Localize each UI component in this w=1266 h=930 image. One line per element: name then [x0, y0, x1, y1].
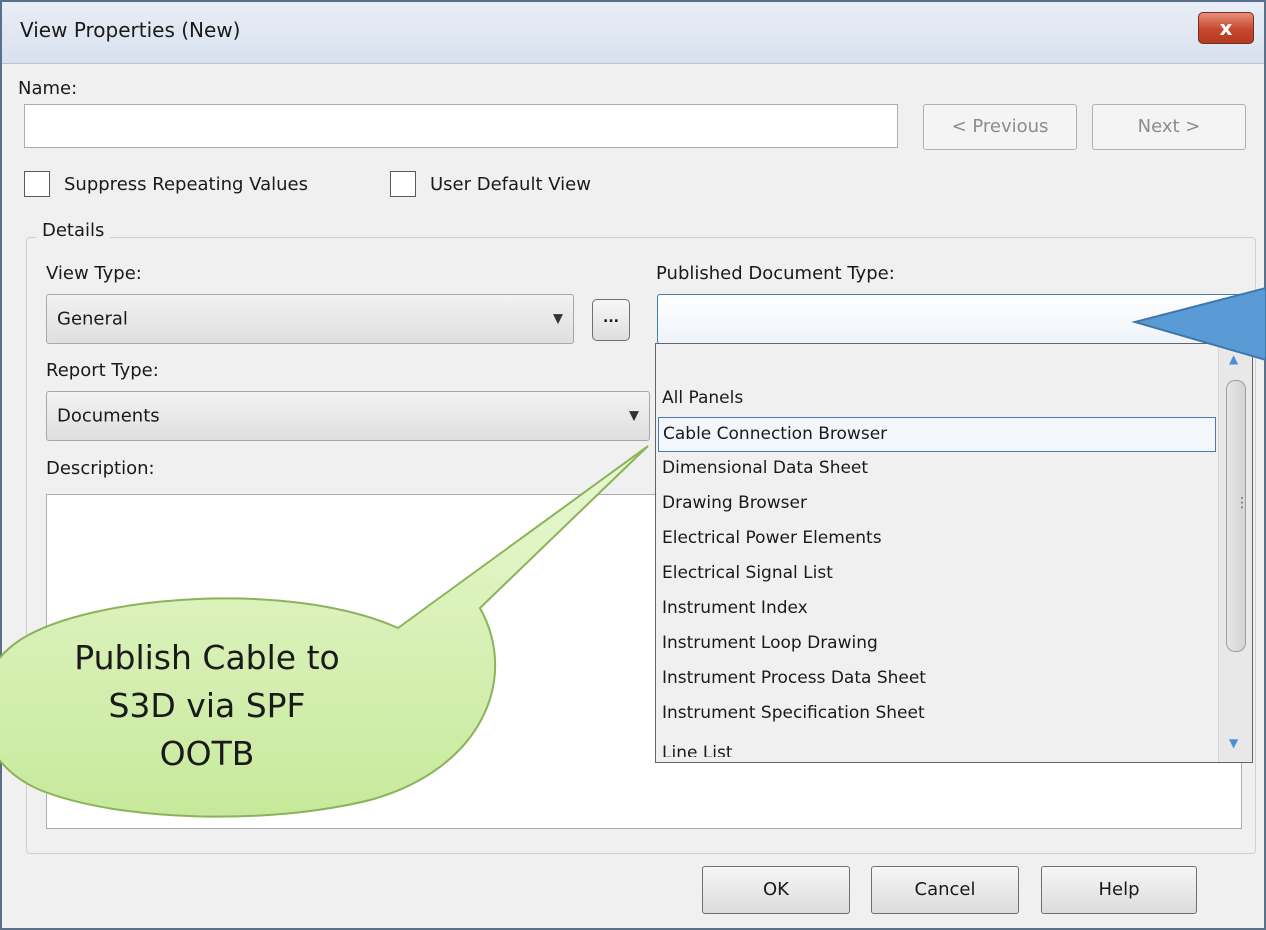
view-type-label: View Type: [46, 263, 142, 284]
grip-icon: ⋮ [1235, 495, 1249, 511]
list-item[interactable]: Instrument Process Data Sheet [658, 662, 1216, 697]
chevron-down-icon: ▼ [1234, 311, 1244, 327]
published-document-type-label: Published Document Type: [656, 263, 895, 284]
list-scrollbar[interactable]: ▲ ⋮ ▼ [1218, 344, 1252, 762]
close-button[interactable]: x [1198, 12, 1254, 44]
scroll-thumb[interactable]: ⋮ [1226, 380, 1249, 652]
view-type-value: General [57, 308, 128, 330]
chevron-down-icon: ▼ [553, 311, 563, 327]
user-default-view-label: User Default View [430, 174, 591, 195]
cancel-button[interactable]: Cancel [871, 866, 1019, 914]
name-label: Name: [18, 78, 78, 99]
previous-button[interactable]: < Previous [923, 104, 1077, 150]
next-button[interactable]: Next > [1092, 104, 1246, 150]
list-item[interactable]: All Panels [658, 382, 1216, 417]
list-item[interactable]: Electrical Signal List [658, 557, 1216, 592]
list-item[interactable]: Dimensional Data Sheet [658, 452, 1216, 487]
ellipsis-icon: ... [603, 310, 619, 326]
report-type-value: Documents [57, 405, 160, 427]
close-icon: x [1219, 16, 1233, 40]
window-title: View Properties (New) [20, 18, 241, 42]
list-item[interactable]: Instrument Specification Sheet [658, 697, 1216, 732]
user-default-view-checkbox[interactable] [390, 171, 416, 197]
report-type-label: Report Type: [46, 360, 159, 381]
help-button[interactable]: Help [1041, 866, 1197, 914]
title-bar[interactable]: View Properties (New) x [2, 2, 1264, 64]
view-type-select[interactable]: General ▼ [46, 294, 574, 344]
callout-line: Publish Cable to [74, 638, 340, 677]
suppress-repeating-checkbox[interactable] [24, 171, 50, 197]
callout-line: OOTB [159, 734, 255, 773]
published-document-type-dropdown-list[interactable]: All Panels Cable Connection Browser Dime… [655, 343, 1253, 763]
suppress-repeating-label: Suppress Repeating Values [64, 174, 308, 195]
list-item[interactable]: Instrument Index [658, 592, 1216, 627]
chevron-down-icon: ▼ [629, 408, 639, 424]
list-item[interactable]: Electrical Power Elements [658, 522, 1216, 557]
description-label: Description: [46, 458, 155, 479]
list-item[interactable]: Drawing Browser [658, 487, 1216, 522]
scroll-down-arrow-icon[interactable]: ▼ [1229, 736, 1238, 750]
callout-line: S3D via SPF [108, 686, 306, 725]
callout-text: Publish Cable to S3D via SPF OOTB [22, 634, 392, 778]
view-type-browse-button[interactable]: ... [592, 299, 630, 341]
published-document-type-select[interactable]: ▼ [657, 294, 1255, 344]
ok-button[interactable]: OK [702, 866, 850, 914]
details-legend: Details [36, 220, 111, 241]
list-item-highlighted[interactable]: Cable Connection Browser [658, 417, 1216, 452]
report-type-select[interactable]: Documents ▼ [46, 391, 650, 441]
list-item[interactable]: Instrument Loop Drawing [658, 627, 1216, 662]
list-item[interactable]: Line List [658, 737, 1216, 757]
scroll-up-arrow-icon[interactable]: ▲ [1229, 352, 1238, 366]
name-input[interactable] [24, 104, 898, 148]
